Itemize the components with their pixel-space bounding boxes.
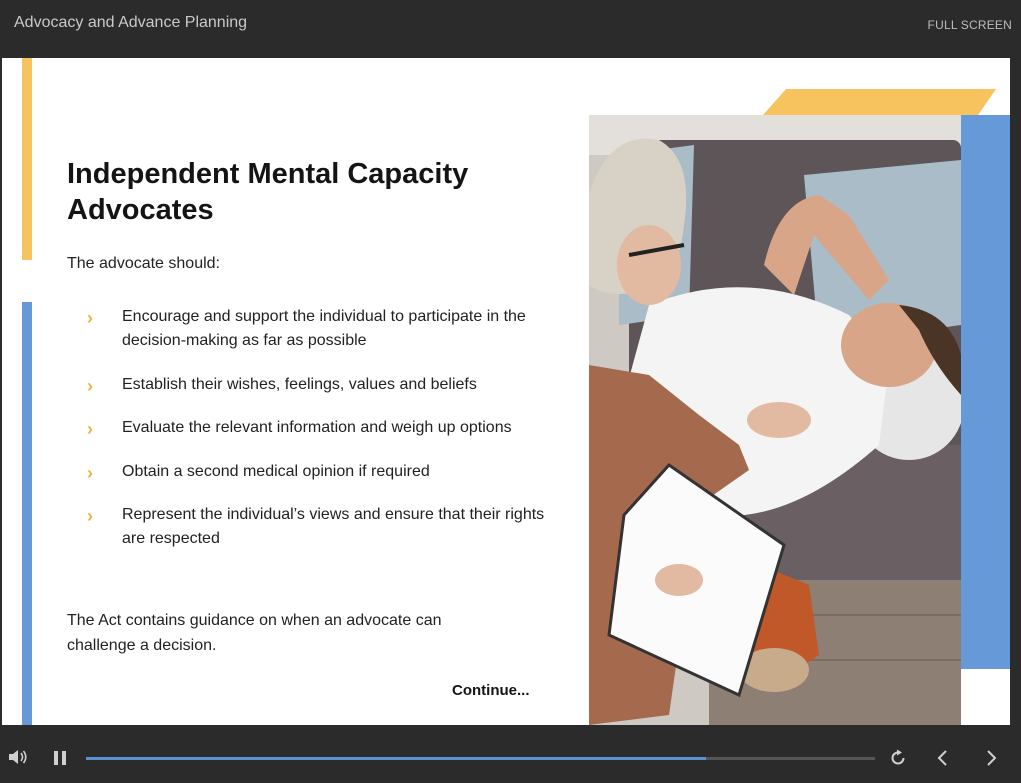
intro-text: The advocate should: — [67, 255, 220, 272]
bullet-list: › Encourage and support the individual to… — [87, 305, 547, 551]
bullet-text: Evaluate the relevant information and we… — [122, 419, 512, 436]
list-item: › Obtain a second medical opinion if requ… — [87, 460, 547, 484]
course-title: Advocacy and Advance Planning — [14, 14, 248, 31]
replay-icon[interactable] — [889, 749, 907, 767]
bullet-text: Obtain a second medical opinion if requi… — [122, 463, 430, 480]
chevron-right-icon: › — [87, 376, 93, 396]
top-bar: Advocacy and Advance Planning FULL SCREE… — [0, 0, 1021, 58]
fullscreen-button[interactable]: FULL SCREEN — [928, 18, 1012, 32]
progress-fill — [86, 757, 707, 760]
chevron-right-icon: › — [87, 419, 93, 439]
list-item: › Encourage and support the individual to… — [87, 305, 547, 353]
bullet-text: Represent the individual’s views and ens… — [122, 506, 545, 547]
previous-icon[interactable] — [934, 749, 952, 767]
bullet-text: Establish their wishes, feelings, values… — [122, 376, 477, 393]
accent-bar-blue — [22, 302, 32, 725]
accent-bar-yellow — [22, 58, 32, 260]
bullet-text: Encourage and support the individual to … — [122, 308, 526, 349]
chevron-right-icon: › — [87, 463, 93, 483]
list-item: › Represent the individual’s views and en… — [87, 503, 547, 551]
volume-icon[interactable] — [8, 749, 28, 765]
slide-heading: Independent Mental Capacity Advocates — [67, 158, 469, 226]
outro-text: The Act contains guidance on when an adv… — [67, 612, 442, 654]
chevron-right-icon: › — [87, 506, 93, 526]
progress-bar[interactable] — [86, 757, 875, 760]
continue-button[interactable]: Continue... — [452, 682, 530, 699]
therapy-session-photo — [589, 115, 961, 725]
chevron-right-icon: › — [87, 308, 93, 328]
decorative-shape-blue — [957, 115, 1010, 669]
list-item: › Evaluate the relevant information and w… — [87, 416, 547, 440]
pause-icon[interactable] — [53, 751, 67, 765]
slide: Independent Mental Capacity Advocates Th… — [2, 58, 1010, 725]
list-item: › Establish their wishes, feelings, value… — [87, 373, 547, 397]
next-icon[interactable] — [982, 749, 1000, 767]
player-controls — [0, 725, 1021, 783]
